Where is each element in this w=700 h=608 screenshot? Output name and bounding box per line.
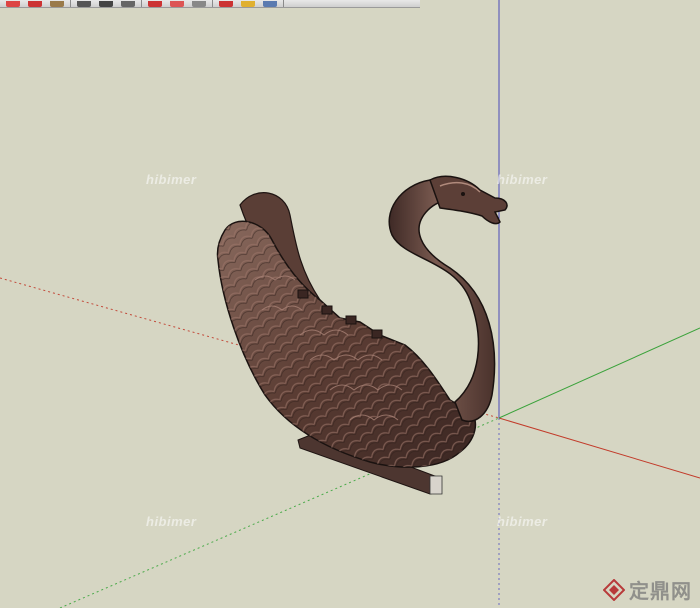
swan-head <box>429 175 508 225</box>
watermark: hibimer <box>497 514 548 529</box>
brand-name: 定鼎网 <box>629 579 692 603</box>
swan-eye <box>461 192 465 196</box>
watermark: hibimer <box>497 172 548 187</box>
red-axis <box>498 417 700 479</box>
green-axis <box>498 327 700 419</box>
watermark: hibimer <box>146 172 197 187</box>
swan-model[interactable] <box>216 175 508 495</box>
3d-viewport[interactable] <box>0 0 700 608</box>
watermark: hibimer <box>146 514 197 529</box>
sketchup-window: hibimer hibimer hibimer hibimer 定鼎网 <box>0 0 700 608</box>
brand-logo-icon <box>603 578 625 601</box>
brand-logo-block: 定鼎网 <box>603 575 692 604</box>
axes <box>0 0 700 608</box>
